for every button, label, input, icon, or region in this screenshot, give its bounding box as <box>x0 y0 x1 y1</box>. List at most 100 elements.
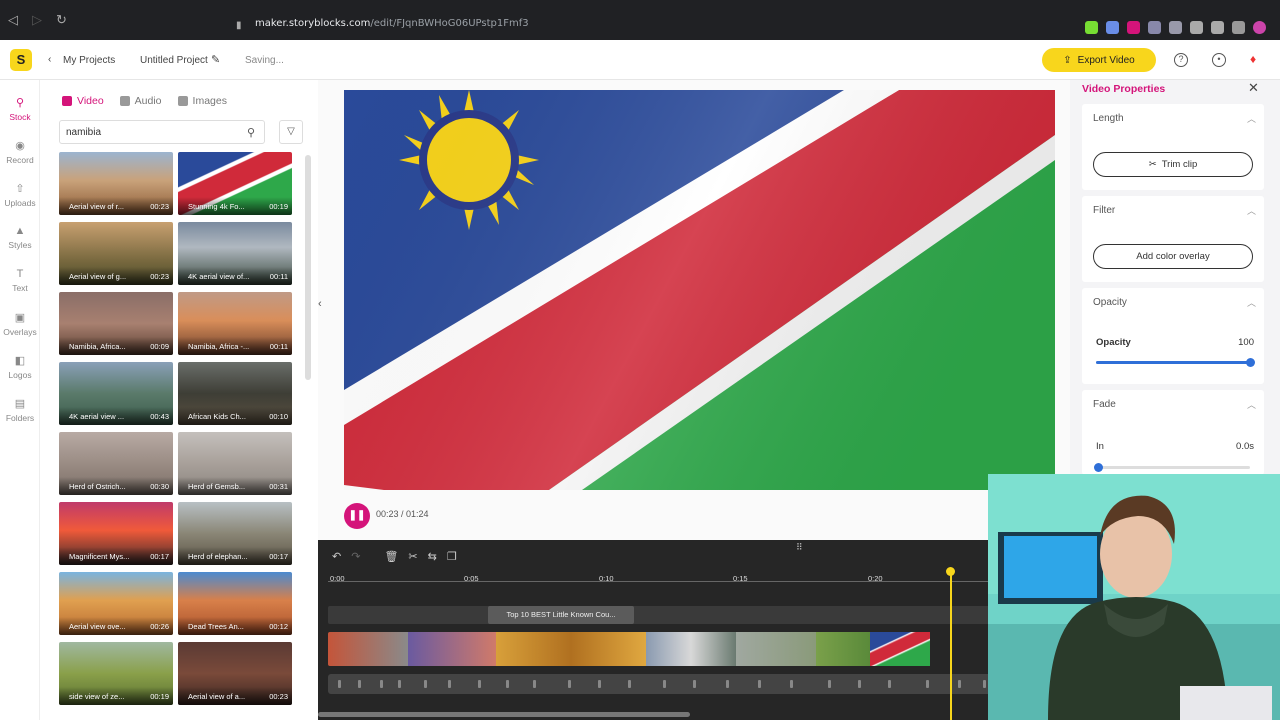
video-tile[interactable]: Stunning 4k Fo... 00:19 <box>178 152 292 215</box>
chevron-up-icon[interactable]: ︿ <box>1247 296 1256 309</box>
tile-duration: 00:23 <box>150 272 169 281</box>
trim-clip-button[interactable]: ✂ Trim clip <box>1093 152 1253 177</box>
tile-duration: 00:17 <box>269 552 288 561</box>
rail-item-text[interactable]: T Text <box>0 268 40 293</box>
tile-title: Herd of elephan... <box>188 552 248 561</box>
fade-card: Fade ︿ In 0.0s <box>1082 390 1264 475</box>
notification-bell-icon[interactable]: ♦ <box>1250 52 1256 66</box>
text-clip[interactable]: Top 10 BEST Little Known Cou... <box>488 606 634 624</box>
extension-icon[interactable] <box>1106 21 1119 34</box>
pencil-icon[interactable]: ✎ <box>211 53 220 66</box>
rail-item-record[interactable]: ◉ Record <box>0 139 40 165</box>
address-bar[interactable]: maker.storyblocks.com/edit/FJqnBWHoG06UP… <box>255 18 529 38</box>
section-title: Opacity <box>1093 297 1127 308</box>
my-projects-link[interactable]: My Projects <box>63 55 115 66</box>
slider-knob[interactable] <box>1094 463 1103 472</box>
video-tile[interactable]: Namibia, Africa... 00:09 <box>59 292 173 355</box>
video-tile[interactable]: Aerial view of g... 00:23 <box>59 222 173 285</box>
extension-icon[interactable] <box>1169 21 1182 34</box>
rail-item-stock[interactable]: ⚲ Stock <box>0 96 40 122</box>
tab-images[interactable]: Images <box>177 95 227 107</box>
chevron-up-icon[interactable]: ︿ <box>1247 204 1256 217</box>
chevron-up-icon[interactable]: ︿ <box>1247 398 1256 411</box>
filter-button[interactable]: ▽ <box>279 120 303 144</box>
forward-arrow-icon[interactable]: ▷ <box>32 12 42 28</box>
extension-icon[interactable] <box>1190 21 1203 34</box>
redo-icon[interactable]: ↷ <box>351 550 360 563</box>
playhead-handle[interactable] <box>946 567 955 576</box>
account-icon[interactable]: • <box>1212 53 1226 67</box>
extension-icon[interactable] <box>1211 21 1224 34</box>
extension-icon[interactable] <box>1085 21 1098 34</box>
rail-item-overlays[interactable]: ▣ Overlays <box>0 311 40 337</box>
video-tile[interactable]: Magnificent Mys... 00:17 <box>59 502 173 565</box>
help-icon[interactable]: ? <box>1174 53 1188 67</box>
clip-thumbnail[interactable] <box>870 632 930 666</box>
close-icon[interactable]: ✕ <box>1248 80 1259 96</box>
timeline-scrollbar[interactable] <box>318 712 690 717</box>
clip-thumbnail[interactable] <box>408 632 496 666</box>
export-video-button[interactable]: ⇪ Export Video <box>1042 48 1156 72</box>
extension-icon[interactable] <box>1127 21 1140 34</box>
audio-track[interactable] <box>328 674 998 694</box>
extension-icon[interactable] <box>1148 21 1161 34</box>
video-tile[interactable]: 4K aerial view ... 00:43 <box>59 362 173 425</box>
delete-icon[interactable]: 🗑 <box>384 550 398 563</box>
project-name[interactable]: Untitled Project <box>140 55 208 66</box>
add-color-overlay-button[interactable]: Add color overlay <box>1093 244 1253 269</box>
rail-item-uploads[interactable]: ⇧ Uploads <box>0 182 40 208</box>
reload-icon[interactable]: ↻ <box>56 12 67 28</box>
rail-label: Styles <box>8 240 32 250</box>
drag-handle-icon[interactable]: ⠿ <box>796 542 803 553</box>
text-track[interactable] <box>328 606 998 624</box>
rail-item-logos[interactable]: ◧ Logos <box>0 354 40 380</box>
trim-icon[interactable]: ⇆ <box>428 550 437 563</box>
chevron-up-icon[interactable]: ︿ <box>1247 112 1256 125</box>
fade-in-slider[interactable] <box>1094 463 1250 472</box>
video-tile[interactable]: Aerial view ove... 00:26 <box>59 572 173 635</box>
export-label: Export Video <box>1077 54 1135 66</box>
video-tile[interactable]: Herd of Gemsb... 00:31 <box>178 432 292 495</box>
chevron-left-icon[interactable]: ‹ <box>48 54 51 65</box>
opacity-slider[interactable] <box>1096 358 1255 367</box>
tab-video[interactable]: Video <box>62 95 104 107</box>
search-icon[interactable]: ⚲ <box>247 126 255 139</box>
video-tile[interactable]: Herd of elephan... 00:17 <box>178 502 292 565</box>
extension-icon[interactable] <box>1232 21 1245 34</box>
clip-thumbnail[interactable] <box>736 632 816 666</box>
back-arrow-icon[interactable]: ◁ <box>8 12 18 28</box>
undo-icon[interactable]: ↶ <box>332 550 341 563</box>
slider-knob[interactable] <box>1246 358 1255 367</box>
tab-audio[interactable]: Audio <box>119 95 162 107</box>
video-tile[interactable]: Dead Trees An... 00:12 <box>178 572 292 635</box>
tick-label: 0:15 <box>733 574 748 583</box>
video-track[interactable] <box>328 632 998 666</box>
clip-thumbnail[interactable] <box>496 632 646 666</box>
clip-thumbnail[interactable] <box>646 632 736 666</box>
profile-avatar[interactable] <box>1253 21 1266 34</box>
video-tile[interactable]: 4K aerial view of... 00:11 <box>178 222 292 285</box>
playhead[interactable] <box>950 570 952 720</box>
video-tile[interactable]: Aerial view of r... 00:23 <box>59 152 173 215</box>
video-tile[interactable]: side view of ze... 00:19 <box>59 642 173 705</box>
video-tile[interactable]: African Kids Ch... 00:10 <box>178 362 292 425</box>
pause-button[interactable]: ❚❚ <box>344 503 370 529</box>
video-tile[interactable]: Herd of Ostrich... 00:30 <box>59 432 173 495</box>
collapse-panel-icon[interactable]: ‹ <box>318 298 322 310</box>
video-tile[interactable]: Aerial view of a... 00:23 <box>178 642 292 705</box>
clip-thumbnail[interactable] <box>816 632 870 666</box>
video-preview[interactable] <box>344 90 1055 490</box>
rail-item-folders[interactable]: ▤ Folders <box>0 397 40 423</box>
timeline-ruler[interactable]: 0:00 0:05 0:10 0:15 0:20 <box>328 568 998 583</box>
storyblocks-logo[interactable]: S <box>10 49 32 71</box>
search-input[interactable]: namibia <box>59 120 265 144</box>
split-icon[interactable]: ✂ <box>408 550 417 563</box>
panel-scrollbar[interactable] <box>305 155 311 380</box>
duplicate-icon[interactable]: ❐ <box>447 550 457 563</box>
tile-duration: 00:12 <box>269 622 288 631</box>
clip-thumbnail[interactable] <box>328 632 408 666</box>
rail-item-styles[interactable]: ▲ Styles <box>0 225 40 250</box>
fade-in-label: In <box>1096 441 1104 452</box>
video-tile[interactable]: Namibia, Africa -... 00:11 <box>178 292 292 355</box>
bookmark-icon[interactable]: ▮ <box>236 20 242 31</box>
